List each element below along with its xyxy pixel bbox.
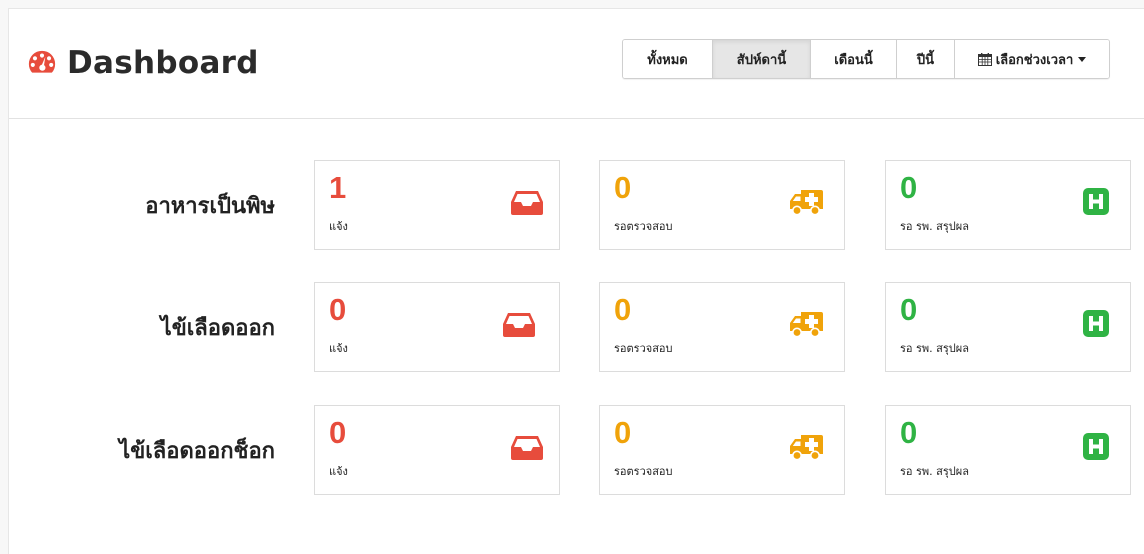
hospital-summary-card[interactable]: 0 รอ รพ. สรุปผล [885, 405, 1131, 495]
page-title: Dashboard [27, 43, 259, 83]
date-filter-group: ทั้งหมด สัปห์ดานี้ เดือนนี้ ปีนี้ เลือกช… [622, 39, 1110, 79]
hospital-summary-count: 0 [900, 415, 918, 450]
reported-count: 0 [329, 292, 347, 327]
reported-card[interactable]: 0 แจ้ง [314, 282, 560, 372]
hospital-summary-label: รอ รพ. สรุปผล [900, 220, 969, 233]
filter-this-year-button[interactable]: ปีนี้ [897, 40, 955, 78]
hospital-summary-count: 0 [900, 170, 918, 205]
hospital-summary-label: รอ รพ. สรุปผล [900, 465, 969, 478]
dashboard-icon [28, 50, 56, 73]
filter-this-week-button[interactable]: สัปห์ดานี้ [713, 40, 811, 78]
inbox-icon [511, 436, 543, 460]
filter-all-button[interactable]: ทั้งหมด [623, 40, 713, 78]
filter-this-month-button[interactable]: เดือนนี้ [811, 40, 897, 78]
pending-review-label: รอตรวจสอบ [614, 465, 673, 478]
pending-review-count: 0 [614, 415, 632, 450]
reported-card[interactable]: 0 แจ้ง [314, 405, 560, 495]
reported-label: แจ้ง [329, 465, 348, 478]
date-range-label: เลือกช่วงเวลา [995, 52, 1074, 68]
pending-review-card[interactable]: 0 รอตรวจสอบ [599, 405, 845, 495]
page-title-text: Dashboard [67, 45, 259, 81]
hospital-summary-label: รอ รพ. สรุปผล [900, 342, 969, 355]
date-range-dropdown[interactable]: เลือกช่วงเวลา [955, 40, 1109, 78]
hospital-summary-count: 0 [900, 292, 918, 327]
disease-row: อาหารเป็นพิษ 1 แจ้ง 0 รอตรวจสอบ 0 รอ รพ.… [9, 160, 1144, 250]
ambulance-icon [790, 435, 823, 461]
pending-review-count: 0 [614, 292, 632, 327]
disease-label: ไข้เลือดออก [160, 315, 275, 341]
hospital-icon [1083, 433, 1109, 460]
chevron-down-icon [1078, 56, 1087, 62]
pending-review-card[interactable]: 0 รอตรวจสอบ [599, 282, 845, 372]
inbox-icon [503, 313, 535, 337]
reported-label: แจ้ง [329, 342, 348, 355]
reported-card[interactable]: 1 แจ้ง [314, 160, 560, 250]
hospital-icon [1083, 310, 1109, 337]
pending-review-count: 0 [614, 170, 632, 205]
pending-review-label: รอตรวจสอบ [614, 220, 673, 233]
ambulance-icon [790, 190, 823, 216]
disease-label: อาหารเป็นพิษ [145, 193, 275, 219]
reported-count: 1 [329, 170, 347, 205]
calendar-icon [977, 52, 992, 66]
inbox-icon [511, 191, 543, 215]
disease-label: ไข้เลือดออกช็อก [119, 438, 275, 464]
hospital-summary-card[interactable]: 0 รอ รพ. สรุปผล [885, 282, 1131, 372]
hospital-summary-card[interactable]: 0 รอ รพ. สรุปผล [885, 160, 1131, 250]
disease-row: ไข้เลือดออกช็อก 0 แจ้ง 0 รอตรวจสอบ 0 รอ [9, 405, 1144, 495]
reported-count: 0 [329, 415, 347, 450]
dashboard-panel: Dashboard ทั้งหมด สัปห์ดานี้ เดือนนี้ ปี… [8, 8, 1144, 554]
hospital-icon [1083, 188, 1109, 215]
pending-review-label: รอตรวจสอบ [614, 342, 673, 355]
disease-row: ไข้เลือดออก 0 แจ้ง 0 รอตรวจสอบ 0 รอ รพ. [9, 282, 1144, 372]
reported-label: แจ้ง [329, 220, 348, 233]
ambulance-icon [790, 312, 823, 338]
dashboard-header: Dashboard ทั้งหมด สัปห์ดานี้ เดือนนี้ ปี… [9, 9, 1144, 119]
pending-review-card[interactable]: 0 รอตรวจสอบ [599, 160, 845, 250]
